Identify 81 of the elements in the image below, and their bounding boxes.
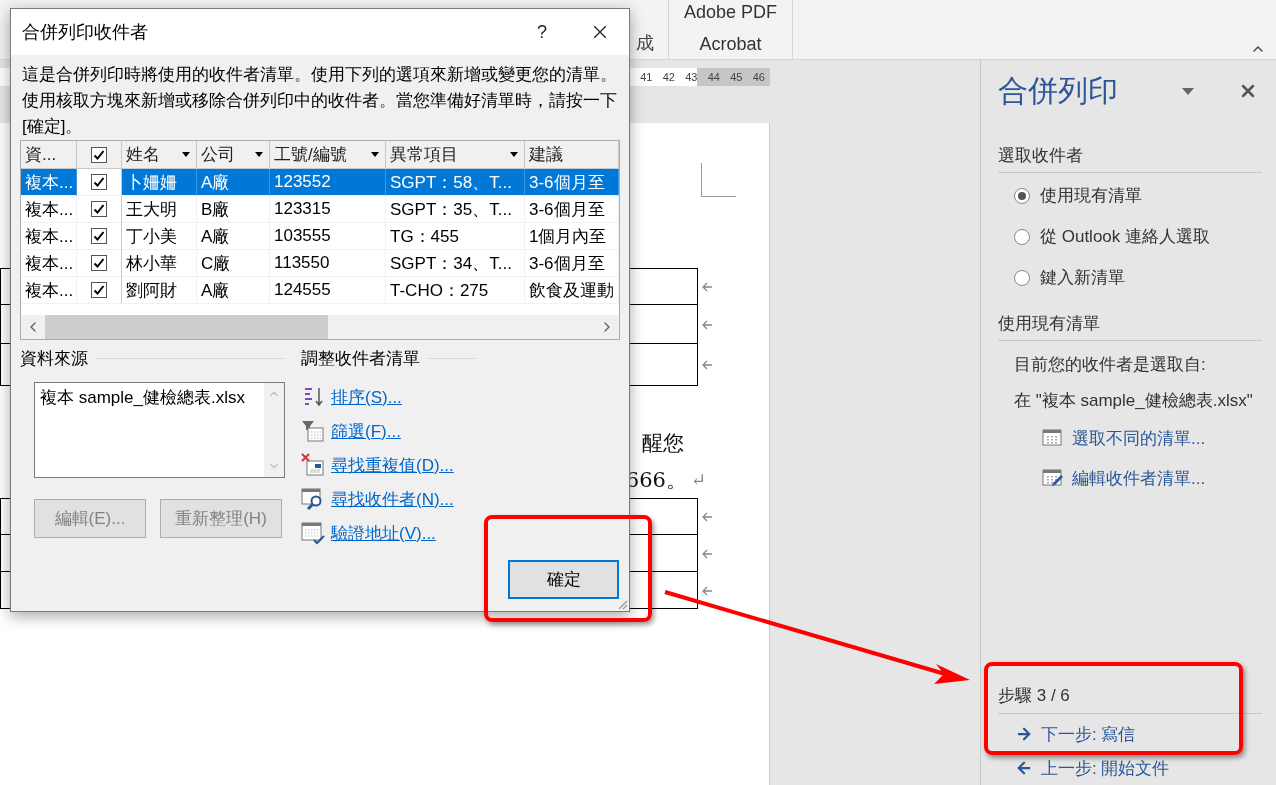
refine-link[interactable]: 驗證地址(V)...: [331, 521, 436, 545]
table-cell: 飲食及運動: [525, 277, 619, 304]
ok-button[interactable]: 確定: [508, 560, 619, 599]
radio-option[interactable]: 鍵入新清單: [1014, 257, 1276, 298]
cell-end-icon: [701, 359, 713, 371]
radio-option[interactable]: 從 Outlook 連絡人選取: [1014, 216, 1276, 257]
checkbox[interactable]: [91, 255, 107, 271]
radio-button[interactable]: [1014, 269, 1030, 286]
list-icon: [1042, 428, 1064, 448]
radio-option[interactable]: 使用現有清單: [1014, 175, 1276, 216]
refine-link[interactable]: 尋找重複值(D)...: [331, 453, 454, 477]
filter-caret-icon[interactable]: [370, 151, 380, 158]
cell-end-icon: [701, 510, 713, 523]
step-link[interactable]: 下一步: 寫信: [1015, 717, 1276, 751]
ribbon-button-label[interactable]: Acrobat: [699, 34, 762, 55]
filter-caret-icon[interactable]: [509, 151, 519, 158]
table-cell: T-CHO：275: [386, 277, 525, 304]
group-heading: 資料來源: [20, 347, 88, 370]
info-text: 目前您的收件者是選取自:: [1014, 354, 1207, 376]
validate-icon: [301, 521, 325, 545]
refine-link[interactable]: 尋找收件者(N)...: [331, 487, 454, 511]
filter-caret-icon[interactable]: [254, 151, 264, 158]
resize-grip-icon[interactable]: [616, 598, 628, 610]
table-cell: A廠: [197, 277, 270, 304]
ribbon-button-label[interactable]: Adobe PDF: [683, 2, 778, 23]
recipient-row[interactable]: 複本... 丁小美 A廠 103555 TG：455 1個月內至: [21, 223, 619, 250]
source-file-text: 在 "複本 sample_健檢總表.xlsx": [1014, 390, 1254, 412]
margin-corner-mark: [701, 163, 736, 197]
ruler-number: 46: [751, 70, 766, 85]
arrow-right-icon: [1015, 725, 1033, 743]
horizontal-scrollbar[interactable]: [21, 315, 619, 339]
cell-end-icon: [701, 318, 713, 331]
group-heading: 調整收件者清單: [301, 347, 420, 370]
duplicates-icon: [301, 453, 325, 477]
cell-end-icon: [701, 584, 713, 597]
table-cell: 劉阿財: [122, 277, 197, 304]
section-heading: 選取收件者: [998, 144, 1262, 173]
dropdown-caret-icon[interactable]: [1182, 87, 1194, 95]
column-header[interactable]: 工號/編號: [270, 141, 386, 169]
checkbox[interactable]: [91, 146, 107, 163]
refine-link[interactable]: 篩選(F)...: [331, 419, 401, 443]
column-header[interactable]: 資...: [21, 141, 77, 169]
recipient-row[interactable]: 複本... 卜姍姍 A廠 123552 SGPT：58、T... 3-6個月至: [21, 169, 619, 196]
pane-link[interactable]: 編輯收件者清單...: [1042, 466, 1276, 490]
dialog-title: 合併列印收件者: [22, 21, 149, 44]
ruler-number: 43: [684, 70, 699, 85]
recipient-row[interactable]: 複本... 林小華 C廠 113550 SGPT：34、T... 3-6個月至: [21, 250, 619, 277]
column-header[interactable]: 建議: [525, 141, 619, 169]
filter-icon: [301, 419, 325, 443]
checkbox[interactable]: [91, 282, 107, 298]
help-button[interactable]: ?: [513, 9, 571, 55]
checkbox[interactable]: [91, 174, 107, 190]
radio-button[interactable]: [1014, 228, 1030, 245]
column-header[interactable]: 異常項目: [386, 141, 525, 169]
recipient-row[interactable]: 複本... 劉阿財 A廠 124555 T-CHO：275 飲食及運動: [21, 277, 619, 304]
ruler-number: 41: [639, 70, 654, 85]
table-cell: 124555: [270, 277, 386, 304]
filter-caret-icon[interactable]: [181, 151, 191, 158]
recipient-row[interactable]: 複本... 王大明 B廠 123315 SGPT：35、T... 3-6個月至: [21, 196, 619, 223]
cell-end-icon: [701, 547, 713, 560]
column-header[interactable]: 姓名: [122, 141, 197, 169]
cell-end-icon: [701, 280, 713, 293]
section-heading: 使用現有清單: [998, 312, 1262, 341]
checkbox[interactable]: [91, 201, 107, 217]
scroll-thumb[interactable]: [45, 315, 328, 339]
document-text: 醒您: [642, 429, 684, 457]
ruler-number: 42: [661, 70, 676, 85]
ruler-number: 44: [706, 70, 721, 85]
radio-button[interactable]: [1014, 187, 1030, 204]
column-header[interactable]: 公司: [197, 141, 270, 169]
step-indicator: 步驟 3 / 6: [998, 684, 1262, 714]
pane-link[interactable]: 選取不同的清單...: [1042, 426, 1276, 450]
paragraph-mark: ↵: [690, 469, 706, 490]
dialog-description: 這是合併列印時將使用的收件者清單。使用下列的選項來新增或變更您的清單。使用核取方塊來新增或移除合併列印中的收件者。當您準備好清單時，請按一下 [確定]。: [21, 64, 618, 138]
ruler-number: 45: [729, 70, 744, 85]
step-link[interactable]: 上一步: 開始文件: [1015, 751, 1276, 785]
edit-list-icon: [1042, 468, 1064, 488]
refine-link[interactable]: 排序(S)...: [331, 385, 402, 409]
ribbon-label[interactable]: 成: [636, 31, 654, 55]
pane-title: 合併列印: [998, 72, 1119, 109]
checkbox[interactable]: [91, 228, 107, 244]
